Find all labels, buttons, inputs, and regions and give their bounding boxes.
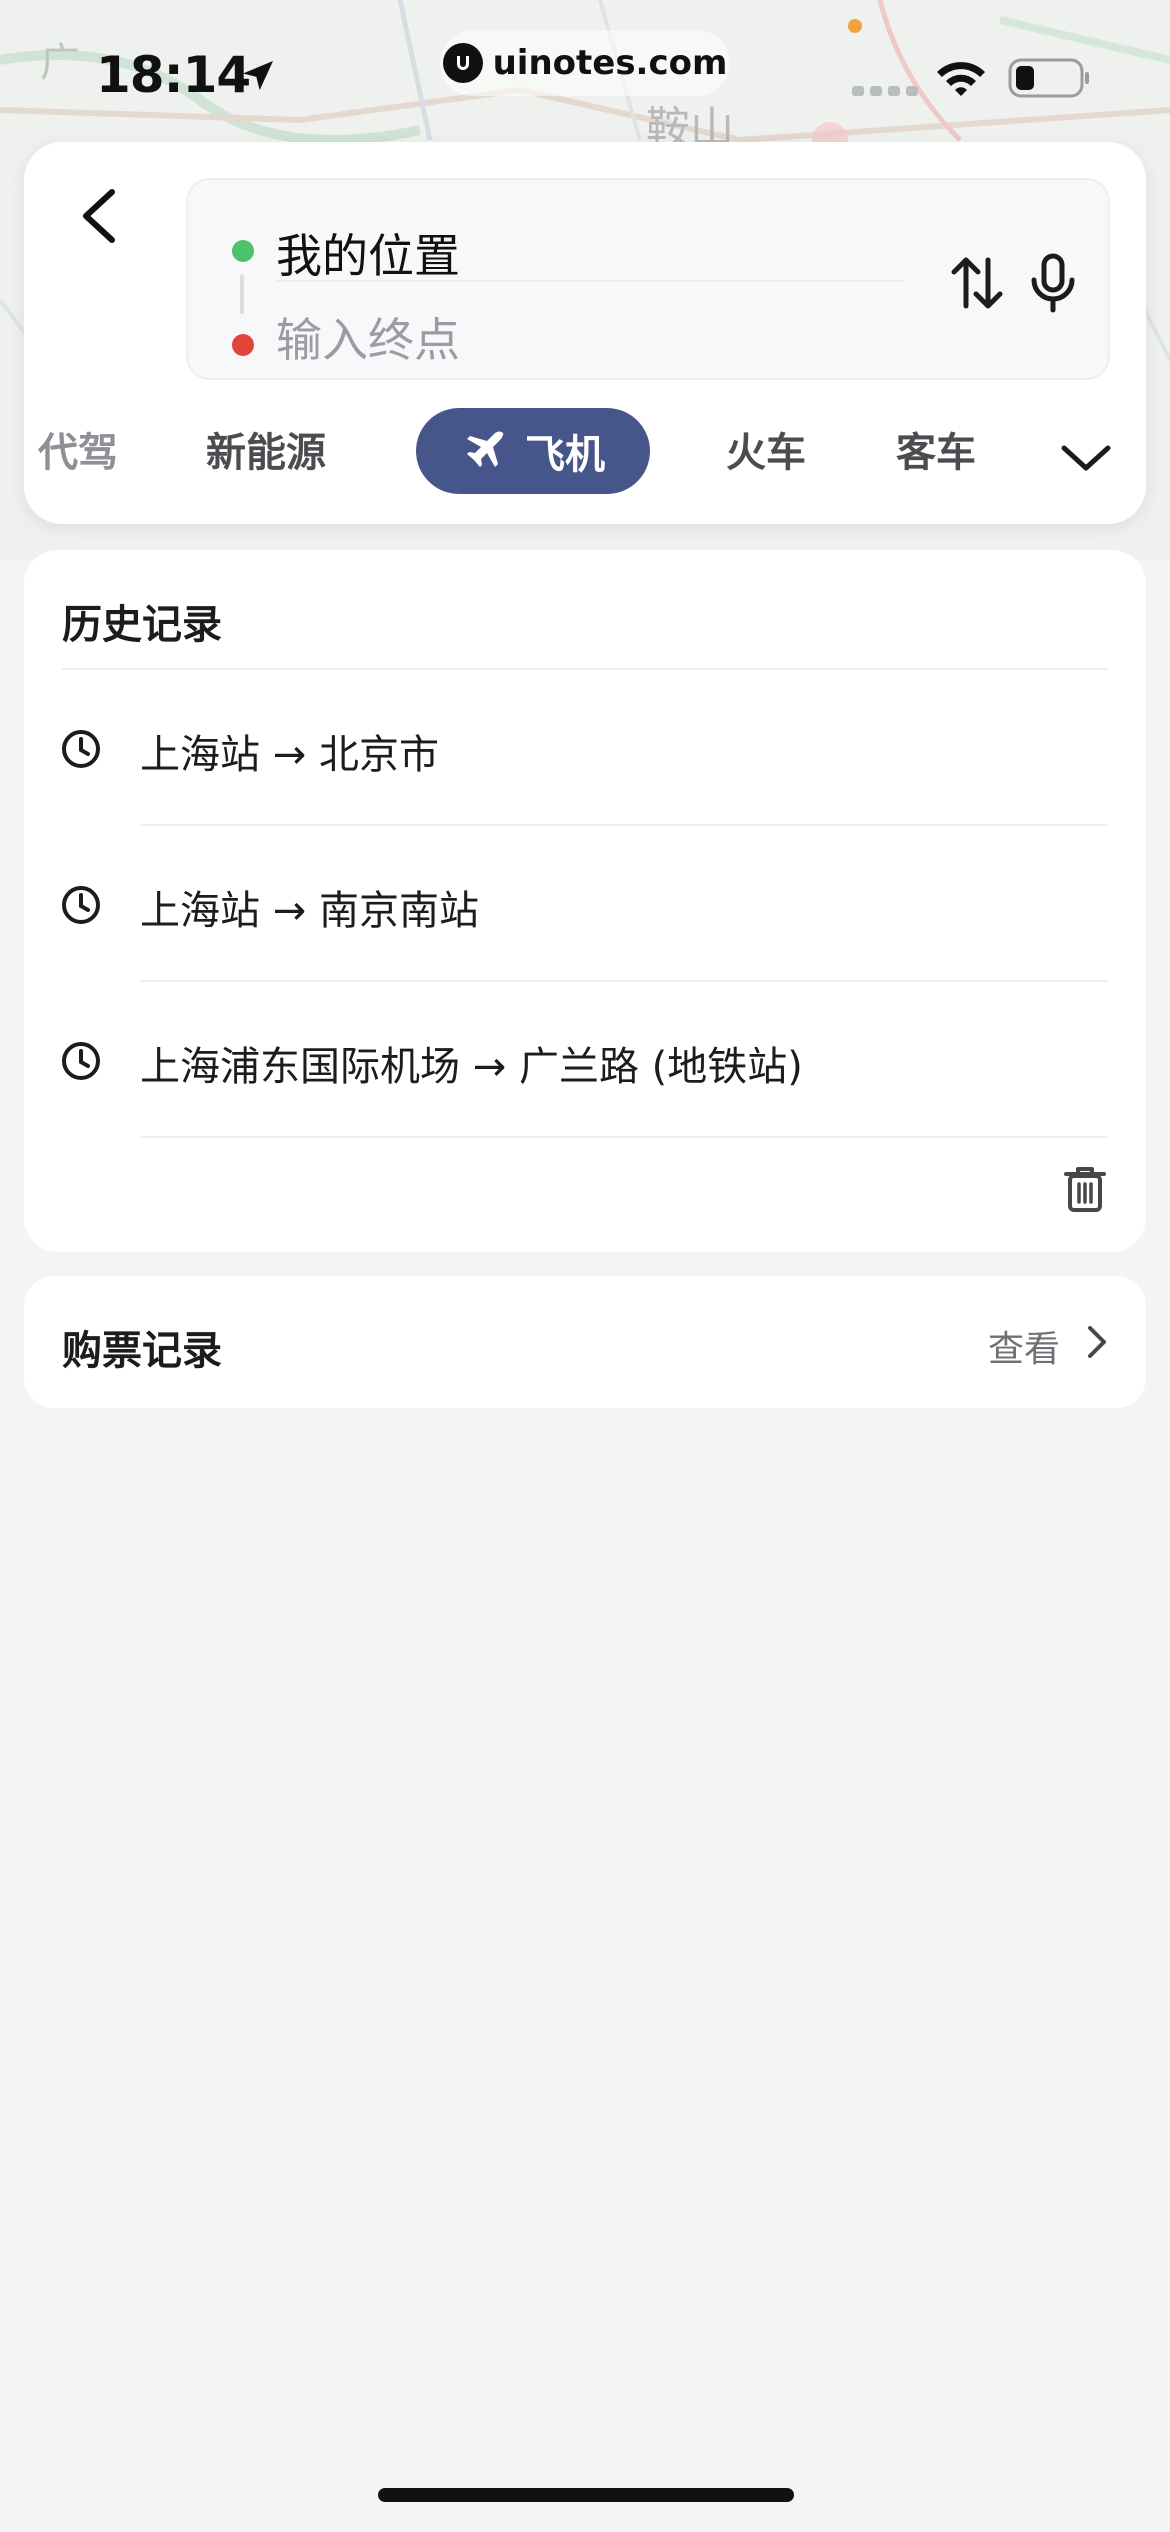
airplane-icon [467,431,504,467]
end-dot-icon [232,334,254,356]
tab-daijia[interactable]: 代驾 [38,418,118,488]
history-item-text: 上海站 → 北京市 [140,732,439,778]
view-link[interactable]: 查看 [988,1320,1060,1372]
start-location[interactable]: 我的位置 [276,220,460,286]
status-bar: 18:14 uinotes.com [0,0,1170,140]
wifi-icon [937,62,985,96]
history-item-text: 上海浦东国际机场 → 广兰路 (地铁站) [140,1044,803,1090]
history-item-text: 上海站 → 南京南站 [140,888,479,934]
ticket-records-card[interactable]: 购票记录 查看 [24,1276,1146,1408]
chevron-down-icon[interactable] [1058,430,1114,486]
location-arrow-icon [243,61,273,91]
history-item[interactable]: 上海浦东国际机场 → 广兰路 (地铁站) [24,982,1146,1138]
route-connector [240,274,244,314]
site-logo-icon [442,43,483,83]
chevron-right-icon[interactable] [1078,1322,1114,1362]
tab-plane[interactable]: 飞机 [416,408,650,494]
start-dot-icon [232,240,254,262]
clock-icon [62,730,100,768]
swap-route-icon[interactable] [942,248,1012,318]
destination-input[interactable] [276,310,876,370]
tab-new-energy[interactable]: 新能源 [206,418,326,488]
url-pill[interactable]: uinotes.com [440,30,730,96]
tab-train[interactable]: 火车 [726,418,806,488]
tab-coach[interactable]: 客车 [896,418,976,488]
history-item[interactable]: 上海站 → 北京市 [24,670,1146,826]
history-card: 历史记录 上海站 → 北京市 上海站 → 南京南站 上海浦东国际机场 → 广兰路… [24,550,1146,1252]
status-time: 18:14 [96,46,251,104]
history-title: 历史记录 [62,602,222,648]
history-item[interactable]: 上海站 → 南京南站 [24,826,1146,982]
clock-icon [62,1042,100,1080]
transport-mode-tabs: 代驾 新能源 飞机 火车 客车 [24,408,1146,498]
signal-icon [852,86,918,96]
url-text: uinotes.com [492,43,728,83]
tab-plane-label: 飞机 [525,432,605,478]
microphone-icon[interactable] [1018,248,1088,318]
ticket-records-title: 购票记录 [62,1328,222,1374]
home-indicator [378,2488,794,2502]
clock-icon [62,886,100,924]
trash-icon[interactable] [1062,1164,1108,1214]
battery-icon [1008,58,1089,98]
route-input-box: 我的位置 [186,178,1110,380]
back-arrow-icon[interactable] [62,176,142,256]
route-divider [276,280,904,282]
route-search-card: 我的位置 代驾 新能源 飞机 火车 客车 [24,142,1146,524]
